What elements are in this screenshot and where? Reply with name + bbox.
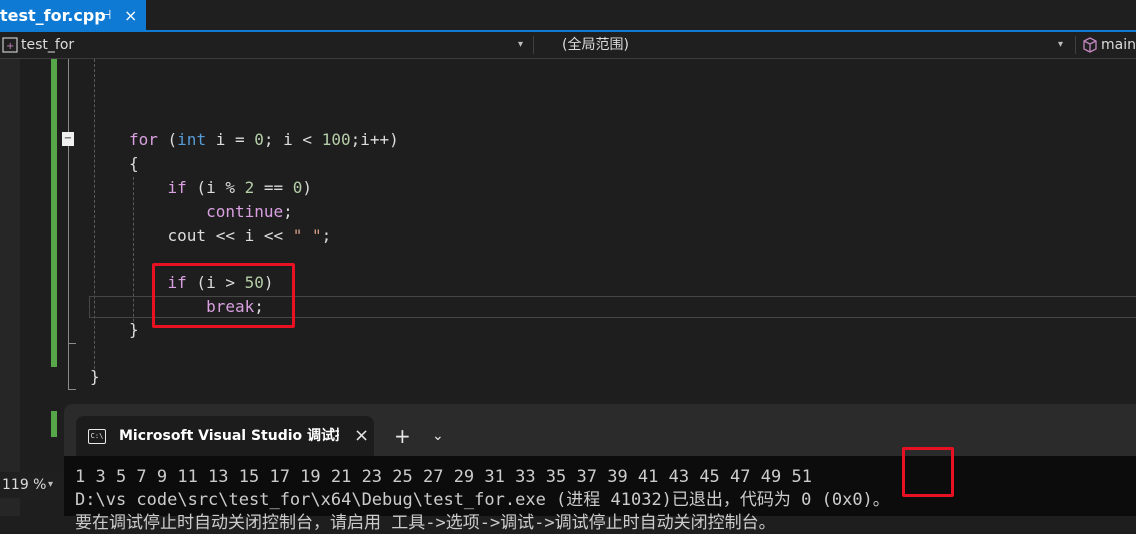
code-token: 0 bbox=[292, 178, 303, 197]
console-tab[interactable]: C:\ Microsoft Visual Studio 调试控制台 × bbox=[76, 416, 374, 456]
new-tab-button[interactable]: + bbox=[394, 424, 411, 448]
project-icon: + bbox=[2, 37, 18, 53]
code-token: } bbox=[129, 320, 139, 339]
code-token: ; bbox=[283, 202, 293, 221]
pin-icon[interactable]: ⊣ bbox=[100, 0, 111, 31]
project-dropdown[interactable]: + test_for ▾ bbox=[0, 32, 530, 58]
member-label: main bbox=[1101, 37, 1136, 53]
close-icon[interactable]: × bbox=[354, 416, 369, 456]
outline-line bbox=[68, 59, 69, 390]
code-token: ; bbox=[321, 226, 332, 245]
code-token: i = bbox=[206, 130, 255, 149]
console-tab-title: Microsoft Visual Studio 调试控制台 bbox=[119, 428, 339, 444]
code-token: for bbox=[129, 130, 158, 149]
code-token: int bbox=[177, 130, 207, 149]
code-line: for (int i = 0; i < 100;i++) bbox=[129, 130, 399, 150]
code-token: ; i < bbox=[263, 130, 322, 149]
code-token: == bbox=[254, 178, 293, 197]
code-token: if bbox=[167, 178, 187, 197]
output-numbers: 1 3 5 7 9 11 13 15 17 19 21 23 25 27 29 … bbox=[75, 467, 792, 487]
code-token: 100 bbox=[321, 130, 351, 149]
console-exit-line: D:\vs code\src\test_for\x64\Debug\test_f… bbox=[75, 490, 890, 510]
project-label: test_for bbox=[21, 37, 75, 53]
zoom-level: 119 % bbox=[2, 477, 47, 493]
console-output[interactable]: 1 3 5 7 9 11 13 15 17 19 21 23 25 27 29 … bbox=[64, 447, 1136, 533]
close-tab-icon[interactable]: × bbox=[124, 0, 137, 31]
code-token: ;i++) bbox=[350, 130, 399, 149]
code-token: 0 bbox=[254, 130, 264, 149]
indicator-margin bbox=[0, 59, 20, 516]
change-tracking-bar bbox=[51, 411, 57, 437]
code-line: { bbox=[129, 154, 139, 174]
code-token: continue bbox=[206, 202, 284, 221]
code-token: cout << i << bbox=[167, 226, 293, 245]
zoom-dropdown[interactable]: 119 % ▾ bbox=[0, 472, 64, 498]
code-token: 2 bbox=[244, 178, 255, 197]
separator bbox=[533, 36, 534, 54]
svg-text:+: + bbox=[6, 41, 14, 52]
scope-dropdown[interactable]: (全局范围) ▾ bbox=[536, 32, 1072, 58]
code-token: } bbox=[90, 367, 100, 386]
code-line: } bbox=[129, 320, 139, 340]
chevron-down-icon: ▾ bbox=[518, 39, 524, 50]
chevron-down-icon: ▾ bbox=[1058, 39, 1064, 50]
code-token: ( bbox=[157, 130, 178, 149]
indent-guide bbox=[94, 59, 95, 379]
highlight-box-51 bbox=[902, 447, 954, 497]
code-line: continue; bbox=[129, 202, 293, 222]
cube-icon bbox=[1083, 37, 1097, 53]
code-line: if (i % 2 == 0) bbox=[129, 178, 313, 198]
highlight-box-break bbox=[152, 263, 295, 328]
tab-test-for-cpp[interactable]: test_for.cpp ⊣ × bbox=[0, 0, 146, 31]
code-token: " " bbox=[292, 226, 322, 245]
code-token: ) bbox=[302, 178, 313, 197]
console-hint-line: 要在调试停止时自动关闭控制台，请启用 工具->选项->调试->调试停止时自动关闭… bbox=[75, 513, 776, 533]
member-dropdown[interactable]: main bbox=[1078, 32, 1136, 58]
code-token: (i % bbox=[186, 178, 245, 197]
console-output-line: 1 3 5 7 9 11 13 15 17 19 21 23 25 27 29 … bbox=[75, 466, 812, 488]
navigation-bar: + test_for ▾ (全局范围) ▾ main bbox=[0, 32, 1136, 59]
scope-label: (全局范围) bbox=[562, 37, 629, 53]
collapse-icon[interactable]: − bbox=[62, 132, 74, 146]
output-last-number: 51 bbox=[791, 467, 812, 487]
terminal-icon: C:\ bbox=[88, 429, 106, 444]
separator bbox=[1075, 36, 1076, 54]
code-token: { bbox=[129, 154, 139, 173]
document-tab-strip: test_for.cpp ⊣ × bbox=[0, 0, 1136, 32]
chevron-down-icon: ▾ bbox=[48, 479, 54, 490]
tab-filename: test_for.cpp bbox=[0, 6, 106, 25]
code-line: cout << i << " "; bbox=[129, 226, 332, 246]
change-tracking-bar bbox=[51, 59, 57, 367]
outline-line bbox=[68, 343, 76, 344]
chevron-down-icon[interactable]: ⌄ bbox=[432, 424, 444, 448]
code-line: } bbox=[90, 367, 100, 387]
debug-console-window: C:\ Microsoft Visual Studio 调试控制台 × + ⌄ … bbox=[64, 404, 1136, 533]
outline-line bbox=[68, 389, 76, 390]
